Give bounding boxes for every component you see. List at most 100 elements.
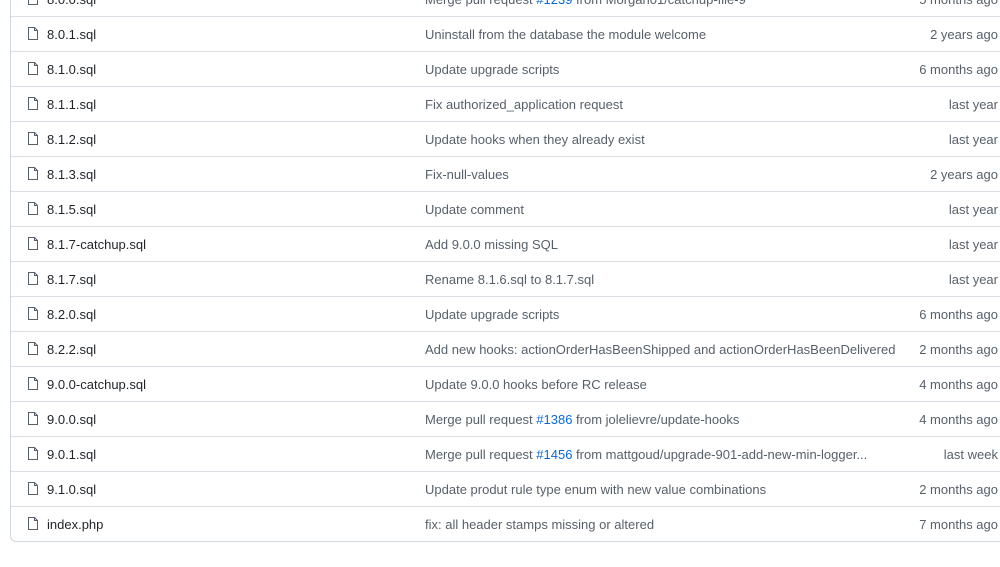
file-row: 8.2.0.sql Update upgrade scripts 6 months … (11, 296, 1000, 331)
file-icon (28, 517, 38, 530)
file-icon (28, 482, 38, 495)
commit-age: last year (948, 96, 998, 112)
commit-age: 7 months ago (919, 516, 998, 532)
file-name-link[interactable]: 8.1.0.sql (47, 62, 96, 77)
commit-message[interactable]: fix: all header stamps missing or altere… (425, 517, 654, 532)
commit-age: last year (948, 201, 998, 217)
file-name-link[interactable]: 8.2.2.sql (47, 342, 96, 357)
commit-age: last year (948, 236, 998, 252)
file-row: 9.0.0-catchup.sql Update 9.0.0 hooks befo… (11, 366, 1000, 401)
commit-message-text[interactable]: Update hooks when they already exist (425, 132, 645, 147)
file-row: 8.2.2.sql Add new hooks: actionOrderHasBe… (11, 331, 1000, 366)
commit-message-text[interactable]: Update upgrade scripts (425, 62, 559, 77)
commit-message-text[interactable]: Merge pull request (425, 0, 536, 7)
file-icon (28, 447, 38, 460)
file-row: 8.0.0.sql Merge pull request #1239 from M… (11, 0, 1000, 16)
file-name-link[interactable]: 9.0.0-catchup.sql (47, 377, 146, 392)
file-row: 8.1.5.sql Update comment last year (11, 191, 1000, 226)
file-row: 8.1.3.sql Fix-null-values 2 years ago (11, 156, 1000, 191)
commit-message-text[interactable]: from mattgoud/upgrade-901-add-new-min-lo… (572, 447, 867, 462)
commit-message[interactable]: Update upgrade scripts (425, 62, 559, 77)
commit-message[interactable]: Add 9.0.0 missing SQL (425, 237, 558, 252)
file-icon (28, 412, 38, 425)
commit-age: 6 months ago (919, 61, 998, 77)
file-name-link[interactable]: 8.1.5.sql (47, 202, 96, 217)
file-row: 8.1.7-catchup.sql Add 9.0.0 missing SQL la… (11, 226, 1000, 261)
commit-age: 2 years ago (930, 166, 998, 182)
commit-message[interactable]: Rename 8.1.6.sql to 8.1.7.sql (425, 272, 594, 287)
commit-message-text[interactable]: from Morgan01/catchup-file-9 (572, 0, 746, 7)
file-icon (28, 97, 38, 110)
file-icon (28, 27, 38, 40)
file-icon (28, 237, 38, 250)
commit-message-text[interactable]: Update comment (425, 202, 524, 217)
file-icon (28, 202, 38, 215)
file-row: 8.1.7.sql Rename 8.1.6.sql to 8.1.7.sql la… (11, 261, 1000, 296)
file-icon (28, 0, 38, 5)
commit-message[interactable]: Add new hooks: actionOrderHasBeenShipped… (425, 342, 895, 357)
file-name-link[interactable]: 8.0.1.sql (47, 27, 96, 42)
commit-message[interactable]: Merge pull request #1456 from mattgoud/u… (425, 447, 867, 462)
commit-message[interactable]: Fix-null-values (425, 167, 509, 182)
file-name-link[interactable]: 8.1.7.sql (47, 272, 96, 287)
file-row: index.php fix: all header stamps missing … (11, 506, 1000, 541)
commit-age: 2 months ago (919, 481, 998, 497)
commit-message[interactable]: Update comment (425, 202, 524, 217)
file-icon (28, 132, 38, 145)
file-row: 9.0.0.sql Merge pull request #1386 from j… (11, 401, 1000, 436)
commit-message-text[interactable]: Update upgrade scripts (425, 307, 559, 322)
commit-message-text[interactable]: Merge pull request (425, 412, 536, 427)
file-icon (28, 167, 38, 180)
file-row: 8.1.2.sql Update hooks when they already … (11, 121, 1000, 156)
commit-message-text[interactable]: Fix-null-values (425, 167, 509, 182)
commit-message-text[interactable]: Update 9.0.0 hooks before RC release (425, 377, 647, 392)
file-name-link[interactable]: 8.2.0.sql (47, 307, 96, 322)
commit-message-text[interactable]: from jolelievre/update-hooks (572, 412, 739, 427)
commit-message[interactable]: Update 9.0.0 hooks before RC release (425, 377, 647, 392)
file-name-link[interactable]: 9.0.0.sql (47, 412, 96, 427)
pull-request-link[interactable]: #1456 (536, 447, 572, 462)
commit-age: last year (948, 271, 998, 287)
commit-message-text[interactable]: Add new hooks: actionOrderHasBeenShipped… (425, 342, 895, 357)
commit-message[interactable]: Uninstall from the database the module w… (425, 27, 706, 42)
commit-message[interactable]: Update hooks when they already exist (425, 132, 645, 147)
commit-age: 2 years ago (930, 26, 998, 42)
file-name-link[interactable]: 9.0.1.sql (47, 447, 96, 462)
commit-message-text[interactable]: Rename 8.1.6.sql to 8.1.7.sql (425, 272, 594, 287)
file-row: 8.1.1.sql Fix authorized_application requ… (11, 86, 1000, 121)
commit-message-text[interactable]: Fix authorized_application request (425, 97, 623, 112)
file-row: 9.1.0.sql Update produt rule type enum wi… (11, 471, 1000, 506)
commit-age: last week (943, 446, 998, 462)
commit-message-text[interactable]: Merge pull request (425, 447, 536, 462)
file-name-link[interactable]: 8.0.0.sql (47, 0, 96, 7)
pull-request-link[interactable]: #1386 (536, 412, 572, 427)
commit-age: 2 months ago (919, 341, 998, 357)
file-list: 8.0.0.sql Merge pull request #1239 from M… (10, 0, 1000, 542)
file-row: 8.1.0.sql Update upgrade scripts 6 months … (11, 51, 1000, 86)
commit-age: 4 months ago (919, 411, 998, 427)
file-name-link[interactable]: index.php (47, 517, 103, 532)
commit-message[interactable]: Update produt rule type enum with new va… (425, 482, 766, 497)
commit-message[interactable]: Merge pull request #1239 from Morgan01/c… (425, 0, 746, 7)
commit-message[interactable]: Merge pull request #1386 from jolelievre… (425, 412, 739, 427)
commit-message[interactable]: Fix authorized_application request (425, 97, 623, 112)
file-name-link[interactable]: 9.1.0.sql (47, 482, 96, 497)
commit-age: last year (948, 131, 998, 147)
pull-request-link[interactable]: #1239 (536, 0, 572, 7)
file-row: 8.0.1.sql Uninstall from the database the… (11, 16, 1000, 51)
commit-message-text[interactable]: Add 9.0.0 missing SQL (425, 237, 558, 252)
file-icon (28, 307, 38, 320)
file-name-link[interactable]: 8.1.1.sql (47, 97, 96, 112)
commit-age: 6 months ago (919, 306, 998, 322)
file-name-link[interactable]: 8.1.2.sql (47, 132, 96, 147)
commit-age: 5 months ago (919, 0, 998, 7)
file-name-link[interactable]: 8.1.3.sql (47, 167, 96, 182)
file-name-link[interactable]: 8.1.7-catchup.sql (47, 237, 146, 252)
commit-message-text[interactable]: Uninstall from the database the module w… (425, 27, 706, 42)
commit-message[interactable]: Update upgrade scripts (425, 307, 559, 322)
file-row: 9.0.1.sql Merge pull request #1456 from m… (11, 436, 1000, 471)
commit-message-text[interactable]: Update produt rule type enum with new va… (425, 482, 766, 497)
file-icon (28, 272, 38, 285)
commit-message-text[interactable]: fix: all header stamps missing or altere… (425, 517, 654, 532)
file-icon (28, 342, 38, 355)
